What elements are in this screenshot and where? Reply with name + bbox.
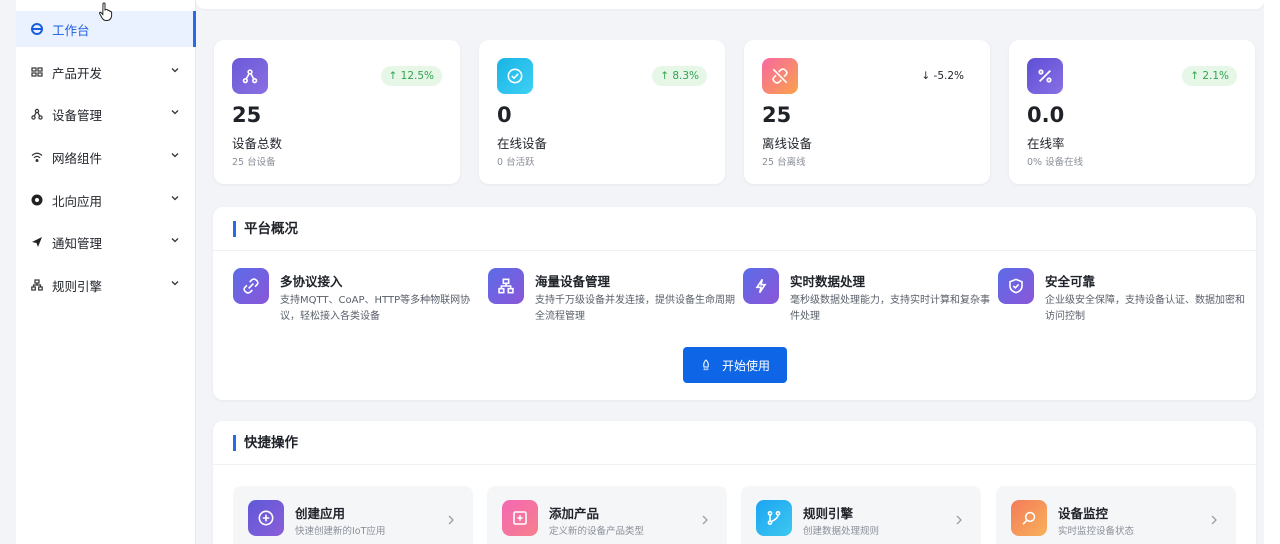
platform-overview-panel: 平台概况 多协议接入 支持MQTT、CoAP、HTTP等多种物联网协议，轻松接入… (213, 207, 1256, 400)
chevron-down-icon (171, 110, 179, 115)
stat-label: 设备总数 (232, 136, 283, 151)
panel-title: 平台概况 (233, 221, 298, 237)
org-icon (488, 268, 524, 304)
trend-badge: ↓ -5.2% (921, 70, 964, 82)
feature-title: 海量设备管理 (535, 274, 611, 289)
chevron-right-icon (1211, 515, 1217, 525)
stat-subtext: 0 台活跃 (497, 157, 535, 168)
sidebar-item-label: 通知管理 (52, 235, 103, 251)
network-icon (232, 58, 268, 94)
sidebar-item-network[interactable]: 网络组件 (16, 139, 196, 175)
sidebar-item-label: 北向应用 (52, 193, 103, 209)
divider (213, 464, 1256, 465)
add-box-icon (502, 500, 538, 536)
stat-value: 0.0 (1027, 103, 1065, 127)
link-icon (233, 268, 269, 304)
stat-card-online-rate[interactable]: ↑ 2.1% 0.0 在线率 0% 设备在线 (1009, 40, 1255, 184)
stat-label: 在线设备 (497, 136, 548, 151)
quick-action-device-monitor[interactable]: 设备监控 实时监控设备状态 (996, 486, 1236, 544)
feature-desc: 支持MQTT、CoAP、HTTP等多种物联网协议，轻松接入各类设备 (280, 295, 471, 322)
quick-action-title: 规则引擎 (803, 506, 854, 521)
chevron-down-icon (171, 196, 179, 201)
feature-desc: 企业级安全保障，支持设备认证、数据加密和访问控制 (1045, 295, 1245, 322)
sidebar-item-label: 工作台 (52, 22, 90, 38)
quick-action-rule-engine[interactable]: 规则引擎 创建数据处理规则 (741, 486, 981, 544)
stat-value: 25 (762, 103, 792, 127)
trend-badge: ↑ 12.5% (380, 66, 442, 86)
dashboard-icon (30, 22, 44, 36)
feature-desc: 支持千万级设备并发连接，提供设备生命周期全流程管理 (535, 295, 735, 322)
grid-icon (30, 65, 44, 79)
sidebar-item-rule-engine[interactable]: 规则引擎 (16, 267, 196, 303)
rocket-icon (703, 359, 709, 371)
chevron-right-icon (448, 515, 454, 525)
stat-value: 0 (497, 103, 512, 127)
chevron-down-icon (171, 238, 179, 243)
trend-badge: ↑ 2.1% (1182, 66, 1237, 86)
stat-subtext: 25 台离线 (762, 157, 806, 168)
quick-action-desc: 快速创建新的IoT应用 (295, 526, 386, 537)
stat-card-offline-devices[interactable]: ↓ -5.2% 25 离线设备 25 台离线 (744, 40, 990, 184)
quick-action-desc: 实时监控设备状态 (1058, 526, 1135, 537)
network-icon (30, 107, 44, 121)
feature-realtime-data: 实时数据处理 毫秒级数据处理能力，支持实时计算和复杂事件处理 (743, 268, 990, 338)
feature-multi-protocol: 多协议接入 支持MQTT、CoAP、HTTP等多种物联网协议，轻松接入各类设备 (233, 268, 478, 338)
sidebar-item-notify[interactable]: 通知管理 (16, 224, 196, 260)
feature-title: 实时数据处理 (790, 274, 866, 289)
stat-card-online-devices[interactable]: ↑ 8.3% 0 在线设备 0 台活跃 (479, 40, 725, 184)
stat-subtext: 0% 设备在线 (1027, 157, 1084, 168)
lightning-icon (743, 268, 779, 304)
sidebar-item-label: 产品开发 (52, 65, 103, 81)
chevron-down-icon (171, 68, 179, 73)
send-icon (30, 235, 44, 249)
quick-action-title: 设备监控 (1058, 506, 1109, 521)
feature-desc: 毫秒级数据处理能力，支持实时计算和复杂事件处理 (790, 295, 990, 322)
start-button[interactable]: 开始使用 (683, 347, 787, 383)
chevron-down-icon (171, 281, 179, 286)
sidebar-item-north-app[interactable]: 北向应用 (16, 182, 196, 218)
sidebar-item-product-dev[interactable]: 产品开发 (16, 54, 196, 90)
link-off-icon (762, 58, 798, 94)
plus-circle-icon (248, 500, 284, 536)
monitor-search-icon (1011, 500, 1047, 536)
right-scroll-area (1264, 0, 1280, 544)
branch-icon (756, 500, 792, 536)
quick-action-title: 创建应用 (295, 506, 346, 521)
feature-title: 安全可靠 (1045, 274, 1096, 289)
org-icon (30, 278, 44, 292)
start-button-label: 开始使用 (721, 358, 770, 373)
quick-action-desc: 创建数据处理规则 (803, 526, 880, 537)
app-icon (30, 193, 44, 207)
feature-device-mgmt: 海量设备管理 支持千万级设备并发连接，提供设备生命周期全流程管理 (488, 268, 735, 338)
trend-badge: ↑ 8.3% (652, 66, 707, 86)
stat-card-total-devices[interactable]: ↑ 12.5% 25 设备总数 25 台设备 (214, 40, 460, 184)
quick-action-create-app[interactable]: 创建应用 快速创建新的IoT应用 (233, 486, 473, 544)
top-bar (196, 0, 1264, 9)
quick-actions-panel: 快捷操作 创建应用 快速创建新的IoT应用 添加产品 定义新的设备产品类型 规则… (213, 421, 1256, 544)
chevron-down-icon (171, 153, 179, 158)
shield-icon (998, 268, 1034, 304)
sidebar-item-label: 网络组件 (52, 150, 103, 166)
sidebar-item-device-mgmt[interactable]: 设备管理 (16, 96, 196, 132)
stat-subtext: 25 台设备 (232, 157, 276, 168)
sidebar-item-label: 设备管理 (52, 107, 103, 123)
wifi-icon (30, 150, 44, 164)
panel-title: 快捷操作 (233, 435, 298, 451)
chevron-right-icon (956, 515, 962, 525)
stat-label: 离线设备 (762, 136, 813, 151)
check-circle-icon (497, 58, 533, 94)
chevron-right-icon (702, 515, 708, 525)
hand-cursor-icon (99, 2, 113, 21)
quick-action-add-product[interactable]: 添加产品 定义新的设备产品类型 (487, 486, 727, 544)
feature-security: 安全可靠 企业级安全保障，支持设备认证、数据加密和访问控制 (998, 268, 1245, 338)
sidebar: 工作台 产品开发 设备管理 网络组件 北向应用 通知管理 规则引擎 (16, 0, 196, 544)
quick-action-title: 添加产品 (549, 506, 600, 521)
percent-icon (1027, 58, 1063, 94)
feature-title: 多协议接入 (280, 274, 343, 289)
quick-action-desc: 定义新的设备产品类型 (549, 526, 645, 537)
divider (213, 250, 1256, 251)
stat-label: 在线率 (1027, 136, 1065, 151)
sidebar-item-label: 规则引擎 (52, 278, 103, 294)
stat-value: 25 (232, 103, 262, 127)
